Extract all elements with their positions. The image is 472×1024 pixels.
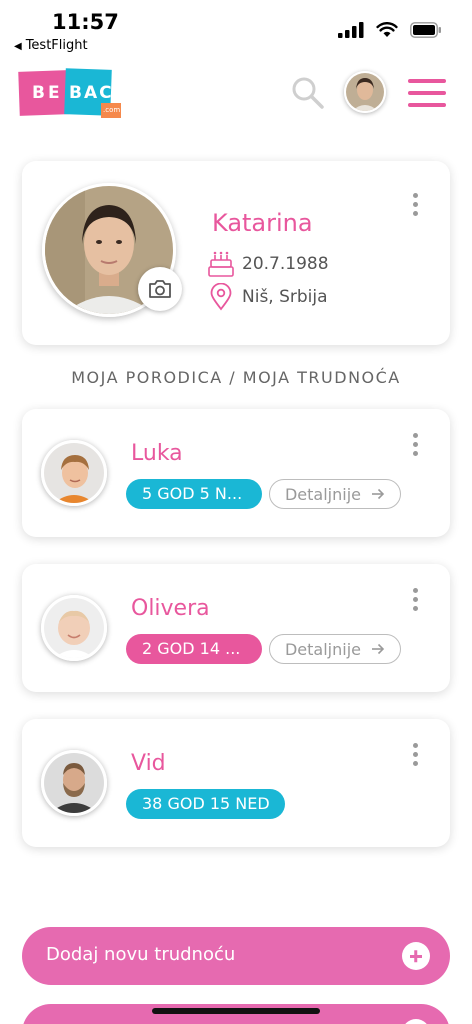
bebac-logo[interactable]: BE BAC .com xyxy=(18,68,123,121)
details-label: Detaljnije xyxy=(284,639,361,659)
details-label: Detaljnije xyxy=(284,484,361,504)
status-time: 11:57 xyxy=(52,10,119,34)
signal-icon xyxy=(338,22,364,38)
logo-text-com: .com xyxy=(103,106,121,114)
age-badge: 38 GOD 15 NED xyxy=(126,789,285,819)
age-badge: 5 GOD 5 N... xyxy=(126,479,262,509)
back-to-app-link[interactable]: ◀ TestFlight xyxy=(14,38,88,53)
member-options-button[interactable] xyxy=(410,433,422,459)
add-pregnancy-label: Dodaj novu trudnoću xyxy=(46,944,236,965)
arrow-right-icon xyxy=(372,643,385,655)
status-icons xyxy=(338,22,442,38)
battery-icon xyxy=(410,22,441,38)
details-button[interactable]: Detaljnije xyxy=(269,634,401,664)
member-avatar xyxy=(41,750,107,816)
avatar-image xyxy=(346,73,384,111)
menu-bar-icon xyxy=(408,79,446,83)
profile-name: Katarina xyxy=(212,209,313,237)
section-title: MOJA PORODICA / MOJA TRUDNOĆA xyxy=(71,368,401,387)
status-bar: 11:57 ◀ TestFlight xyxy=(0,0,472,60)
search-button[interactable] xyxy=(290,75,326,111)
logo-text-bac: BAC xyxy=(69,83,114,103)
back-app-label: TestFlight xyxy=(25,38,88,53)
location-pin-icon xyxy=(210,283,232,311)
location-text: Niš, Srbija xyxy=(242,287,328,307)
member-name: Olivera xyxy=(131,596,210,621)
cake-icon xyxy=(208,251,234,277)
member-name: Vid xyxy=(131,751,166,776)
camera-icon xyxy=(149,280,171,298)
member-avatar xyxy=(41,595,107,661)
menu-button[interactable] xyxy=(408,79,448,107)
add-member-button[interactable] xyxy=(22,1004,450,1024)
arrow-right-icon xyxy=(372,488,385,500)
plus-icon xyxy=(402,1019,430,1024)
wifi-icon xyxy=(376,22,398,37)
header-user-avatar[interactable] xyxy=(344,71,386,113)
member-avatar xyxy=(41,440,107,506)
family-member-card[interactable]: Olivera 2 GOD 14 ... Detaljnije xyxy=(22,564,450,692)
change-photo-button[interactable] xyxy=(138,267,182,311)
app-header: BE BAC .com xyxy=(0,60,472,140)
logo-text-be: BE xyxy=(32,83,63,103)
member-photo xyxy=(44,443,104,503)
birthdate-row: 20.7.1988 xyxy=(208,250,329,278)
family-member-card[interactable]: Vid 38 GOD 15 NED xyxy=(22,719,450,847)
location-row: Niš, Srbija xyxy=(208,283,328,311)
add-pregnancy-button[interactable]: Dodaj novu trudnoću xyxy=(22,927,450,985)
details-button[interactable]: Detaljnije xyxy=(269,479,401,509)
birthdate-text: 20.7.1988 xyxy=(242,254,329,274)
member-photo xyxy=(44,753,104,813)
plus-icon xyxy=(402,942,430,970)
menu-bar-icon xyxy=(408,91,446,95)
search-icon xyxy=(292,77,324,109)
family-member-card[interactable]: Luka 5 GOD 5 N... Detaljnije xyxy=(22,409,450,537)
member-name: Luka xyxy=(131,441,183,466)
member-options-button[interactable] xyxy=(410,743,422,769)
home-indicator[interactable] xyxy=(152,1008,320,1014)
profile-options-button[interactable] xyxy=(410,193,422,219)
age-badge: 2 GOD 14 ... xyxy=(126,634,262,664)
menu-bar-icon xyxy=(408,103,446,107)
back-triangle-icon: ◀ xyxy=(14,41,22,52)
member-photo xyxy=(44,598,104,658)
profile-card: Katarina 20.7.1988 Niš, Srbija xyxy=(22,161,450,345)
member-options-button[interactable] xyxy=(410,588,422,614)
